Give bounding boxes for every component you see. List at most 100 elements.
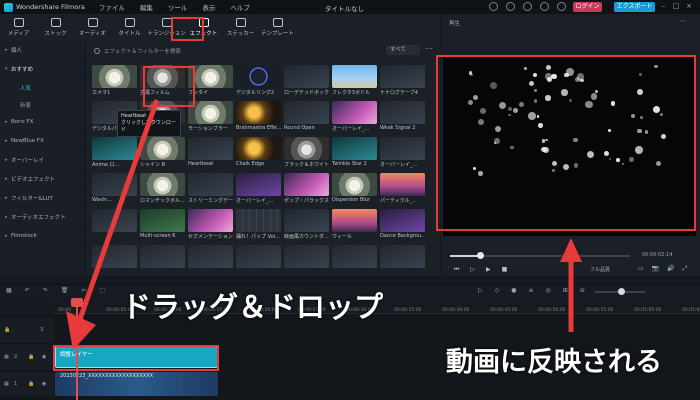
effect-thumbnail[interactable]: [236, 101, 281, 124]
effect-thumbnail[interactable]: [236, 245, 281, 268]
effect-card[interactable]: オーバーレイ_...: [236, 173, 281, 204]
cloud-icon[interactable]: [523, 2, 532, 11]
effect-card[interactable]: Brahmastra Effe...: [236, 101, 281, 132]
effect-card[interactable]: [380, 245, 425, 276]
menu-help[interactable]: ヘルプ: [230, 2, 250, 12]
effect-card[interactable]: ローデテッドボックス: [284, 65, 329, 96]
effect-thumbnail[interactable]: [236, 65, 281, 88]
sidebar-item-borisfx[interactable]: ▸ Boris FX: [0, 113, 85, 132]
display-icon[interactable]: ▭: [638, 265, 644, 273]
search-box[interactable]: エフェクト＆フィルターを検索: [94, 45, 374, 56]
effect-card[interactable]: [284, 245, 329, 276]
effect-card[interactable]: Weak Signal 2: [380, 101, 425, 132]
effect-thumbnail[interactable]: [140, 173, 185, 196]
maximize-button[interactable]: □: [673, 2, 680, 10]
sidebar-item-newbluefx[interactable]: ▸ NewBlue FX: [0, 132, 85, 151]
eye-icon[interactable]: ◉: [42, 381, 46, 387]
tab-media[interactable]: メディア: [0, 14, 37, 41]
effect-thumbnail[interactable]: [188, 245, 233, 268]
effect-card[interactable]: ウィール: [332, 209, 377, 240]
zoom-out-icon[interactable]: ⊖: [580, 287, 585, 294]
effect-thumbnail[interactable]: [380, 101, 425, 124]
effect-thumbnail[interactable]: [236, 209, 281, 232]
sidebar-item-filters-lut[interactable]: ▸ フィルター&LUT: [0, 189, 85, 208]
effect-card[interactable]: [236, 245, 281, 276]
effect-card[interactable]: オーバーレイ_...: [332, 101, 377, 132]
snapshot-icon[interactable]: 📷: [652, 265, 659, 273]
save-icon[interactable]: [540, 2, 549, 11]
play-reverse-button[interactable]: ▷: [470, 266, 475, 274]
headset-icon[interactable]: [506, 2, 515, 11]
search-input[interactable]: エフェクト＆フィルターを検索: [104, 47, 181, 55]
render-icon[interactable]: ▷: [478, 287, 483, 294]
effect-thumbnail[interactable]: [92, 245, 137, 268]
effect-thumbnail[interactable]: [140, 245, 185, 268]
layout-icon[interactable]: ▦: [6, 287, 12, 294]
mic-icon[interactable]: ●: [511, 287, 516, 294]
effect-thumbnail[interactable]: [332, 65, 377, 88]
stop-button[interactable]: ■: [502, 266, 508, 274]
sidebar-item-recommended[interactable]: ▾ おすすめ: [0, 60, 85, 79]
close-button[interactable]: ×: [686, 2, 692, 10]
effect-thumbnail[interactable]: [380, 173, 425, 196]
effect-card[interactable]: Anime ロ...: [92, 137, 137, 168]
scrubber-handle[interactable]: [477, 252, 484, 259]
volume-icon[interactable]: 🔊: [667, 265, 674, 273]
lock-icon[interactable]: 🔒: [4, 327, 10, 333]
marker-icon[interactable]: ◇: [495, 287, 500, 294]
effect-thumbnail[interactable]: [236, 137, 281, 160]
ai-icon[interactable]: ◎: [546, 287, 551, 294]
play-button[interactable]: ▶: [486, 266, 491, 274]
effect-thumbnail[interactable]: [332, 137, 377, 160]
sidebar-subitem-new[interactable]: 新着: [0, 96, 85, 113]
effect-thumbnail[interactable]: [92, 137, 137, 160]
effect-card[interactable]: ポップ・パラックス: [284, 173, 329, 204]
effect-thumbnail[interactable]: [284, 101, 329, 124]
redo-icon[interactable]: ↷: [43, 287, 48, 294]
tab-audio[interactable]: オーディオ: [74, 14, 111, 41]
effect-card[interactable]: ナナログテーブ4: [380, 65, 425, 96]
effect-card[interactable]: 映画風カウントダ...: [284, 209, 329, 240]
menu-tools[interactable]: ツール: [168, 2, 188, 12]
menu-edit[interactable]: 編集: [140, 2, 153, 12]
effect-thumbnail[interactable]: [236, 173, 281, 196]
effect-thumbnail[interactable]: [380, 245, 425, 268]
effect-thumbnail[interactable]: [332, 209, 377, 232]
more-options-icon[interactable]: ⋯: [425, 44, 433, 53]
effect-card[interactable]: セグメンテーション: [188, 209, 233, 240]
effect-card[interactable]: [92, 245, 137, 276]
effect-card[interactable]: [92, 209, 137, 240]
tab-stock[interactable]: ストック: [37, 14, 74, 41]
menu-file[interactable]: ファイル: [99, 2, 125, 12]
sidebar-item-personal[interactable]: ▸ 個人: [0, 41, 85, 60]
effect-thumbnail[interactable]: [284, 137, 329, 160]
effect-card[interactable]: カメラ1: [92, 65, 137, 96]
effect-thumbnail[interactable]: [380, 65, 425, 88]
effect-thumbnail[interactable]: [188, 173, 233, 196]
effect-thumbnail[interactable]: [188, 209, 233, 232]
effect-thumbnail[interactable]: [188, 137, 233, 160]
sidebar-item-filmstock[interactable]: ▸ Filmstock: [0, 227, 85, 246]
minimize-button[interactable]: –: [662, 2, 666, 10]
effect-card[interactable]: [188, 245, 233, 276]
lightbulb-icon[interactable]: [489, 2, 498, 11]
effect-card[interactable]: Chalk Edge: [236, 137, 281, 168]
effect-thumbnail[interactable]: [380, 209, 425, 232]
zoom-slider-handle[interactable]: [618, 288, 625, 295]
effect-card[interactable]: Round Open: [284, 101, 329, 132]
effect-card[interactable]: フレクタ3ボドル: [332, 65, 377, 96]
effect-card[interactable]: ストリーミングデー...: [188, 173, 233, 204]
effect-card[interactable]: Twinkle Star 2: [332, 137, 377, 168]
playhead-handle[interactable]: [71, 298, 83, 307]
effect-thumbnail[interactable]: [284, 245, 329, 268]
tab-titles[interactable]: タイトル: [111, 14, 148, 41]
lock-icon[interactable]: 🔒: [28, 381, 34, 387]
mixer-icon[interactable]: ≡: [529, 287, 534, 294]
effect-card[interactable]: [140, 245, 185, 276]
effect-card[interactable]: デジタルリング2: [236, 65, 281, 96]
quality-dropdown[interactable]: フル品質: [590, 266, 610, 273]
snap-icon[interactable]: ⊞: [563, 287, 568, 294]
effect-thumbnail[interactable]: [92, 173, 137, 196]
effect-card[interactable]: Wavin...: [92, 173, 137, 204]
sidebar-item-overlay[interactable]: ▸ オーバーレイ: [0, 151, 85, 170]
